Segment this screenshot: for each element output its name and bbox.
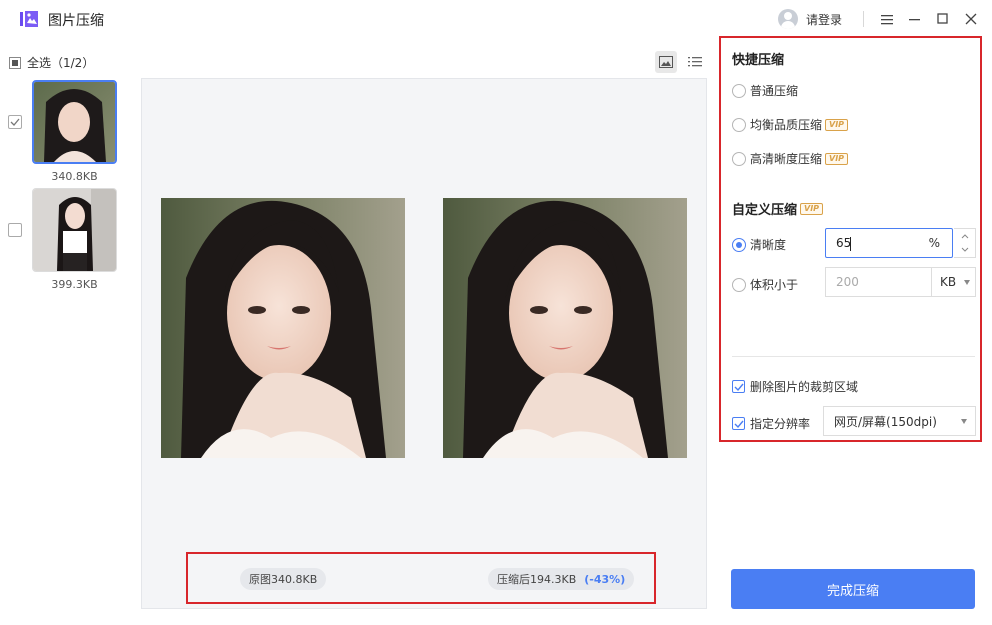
radio-clarity[interactable]: 清晰度 xyxy=(732,236,786,253)
thumbnail-2-size: 399.3KB xyxy=(51,278,98,291)
settings-divider xyxy=(732,356,975,357)
radio-size[interactable]: 体积小于 xyxy=(732,276,798,293)
maximize-button[interactable] xyxy=(934,9,952,29)
thumbnail-1-size: 340.8KB xyxy=(51,170,98,183)
title-bar: 图片压缩 请登录 xyxy=(0,0,992,38)
grid-view-toggle[interactable] xyxy=(655,51,677,73)
thumbnail-1[interactable] xyxy=(32,80,117,164)
login-label: 请登录 xyxy=(806,12,843,27)
checkbox-checked-icon xyxy=(732,417,745,430)
radio-normal-dot xyxy=(732,83,746,98)
size-placeholder: 200 xyxy=(836,275,859,289)
radio-normal[interactable]: 普通压缩 xyxy=(732,82,798,99)
vip-badge: VIP xyxy=(800,202,824,215)
item-2-checkbox[interactable] xyxy=(8,223,22,237)
resolution-label: 指定分辨率 xyxy=(750,417,811,431)
minimize-icon xyxy=(909,18,920,20)
compressed-size-label: 压缩后194.3KB xyxy=(497,573,577,586)
close-button[interactable] xyxy=(962,9,980,29)
thumbnail-2[interactable] xyxy=(32,188,117,272)
settings-panel: 快捷压缩 普通压缩 均衡品质压缩 VIP 高清晰度压缩 VIP 自定义压缩 VI… xyxy=(719,36,982,442)
chevron-down-icon xyxy=(961,247,968,252)
stepper-up-button[interactable] xyxy=(954,229,975,243)
original-image xyxy=(161,198,405,458)
size-input[interactable]: 200 xyxy=(825,267,932,297)
radio-clarity-label: 清晰度 xyxy=(750,238,787,252)
size-unit-label: KB xyxy=(940,275,957,289)
resolution-select[interactable]: 网页/屏幕(150dpi) xyxy=(823,406,976,436)
title-separator xyxy=(863,11,864,27)
image-view-icon xyxy=(659,56,673,68)
radio-size-dot xyxy=(732,277,746,292)
original-size-label: 原图340.8KB xyxy=(249,573,318,586)
radio-clarity-dot xyxy=(732,237,746,252)
thumbnail-photo-1 xyxy=(34,82,115,162)
avatar-icon xyxy=(778,9,798,29)
vip-badge: VIP xyxy=(825,118,849,131)
radio-balanced-dot xyxy=(732,117,746,132)
custom-compress-title: 自定义压缩 VIP xyxy=(732,199,824,218)
remove-crop-checkbox[interactable]: 删除图片的裁剪区域 xyxy=(732,378,858,395)
reduction-percent: (-43%) xyxy=(584,572,626,586)
clarity-input[interactable]: 65 % xyxy=(825,228,953,258)
list-view-toggle[interactable] xyxy=(684,51,706,73)
radio-balanced-label: 均衡品质压缩 xyxy=(750,118,823,132)
clarity-value: 65 xyxy=(836,236,852,250)
radio-size-label: 体积小于 xyxy=(750,278,799,292)
list-view-icon xyxy=(688,57,702,67)
radio-hd-dot xyxy=(732,151,746,166)
vip-badge: VIP xyxy=(825,152,849,165)
login-button[interactable]: 请登录 xyxy=(778,8,842,30)
dropdown-arrow-icon xyxy=(964,280,970,285)
quick-compress-title: 快捷压缩 xyxy=(732,49,784,68)
size-unit-select[interactable]: KB xyxy=(931,267,976,297)
stepper-down-button[interactable] xyxy=(954,243,975,257)
radio-normal-label: 普通压缩 xyxy=(750,84,799,98)
app-title: 图片压缩 xyxy=(48,13,104,29)
chevron-up-icon xyxy=(961,234,968,239)
size-comparison-box: 原图340.8KB 压缩后194.3KB (-43%) xyxy=(186,552,656,604)
custom-compress-title-text: 自定义压缩 xyxy=(732,203,798,218)
menu-icon xyxy=(881,14,893,24)
menu-button[interactable] xyxy=(878,9,896,29)
preview-panel: 原图340.8KB 压缩后194.3KB (-43%) xyxy=(141,78,707,609)
select-all-checkbox[interactable]: 全选（1/2） xyxy=(9,54,94,71)
clarity-stepper[interactable] xyxy=(954,228,976,258)
close-icon xyxy=(965,13,977,25)
item-1-checkbox[interactable] xyxy=(8,115,22,129)
radio-balanced[interactable]: 均衡品质压缩 VIP xyxy=(732,116,849,133)
maximize-icon xyxy=(937,13,948,24)
remove-crop-label: 删除图片的裁剪区域 xyxy=(750,380,859,394)
complete-compress-button[interactable]: 完成压缩 xyxy=(731,569,975,609)
resolution-value: 网页/屏幕(150dpi) xyxy=(834,414,937,429)
app-logo-icon xyxy=(20,11,38,27)
radio-hd-label: 高清晰度压缩 xyxy=(750,152,823,166)
dropdown-arrow-icon xyxy=(961,419,967,424)
clarity-unit: % xyxy=(928,236,940,250)
quick-compress-title-text: 快捷压缩 xyxy=(732,53,785,68)
select-all-label: 全选（1/2） xyxy=(27,56,95,70)
partial-check-icon xyxy=(9,56,21,69)
checkbox-checked-icon xyxy=(732,380,745,393)
radio-hd[interactable]: 高清晰度压缩 VIP xyxy=(732,150,849,167)
minimize-button[interactable] xyxy=(906,9,924,29)
resolution-checkbox[interactable]: 指定分辨率 xyxy=(732,415,810,432)
compressed-size-chip: 压缩后194.3KB (-43%) xyxy=(488,568,635,590)
checkmark-icon xyxy=(10,118,20,126)
original-size-chip: 原图340.8KB xyxy=(240,568,327,590)
text-caret xyxy=(850,237,851,251)
compressed-image xyxy=(443,198,687,458)
thumbnail-photo-2 xyxy=(33,189,116,271)
